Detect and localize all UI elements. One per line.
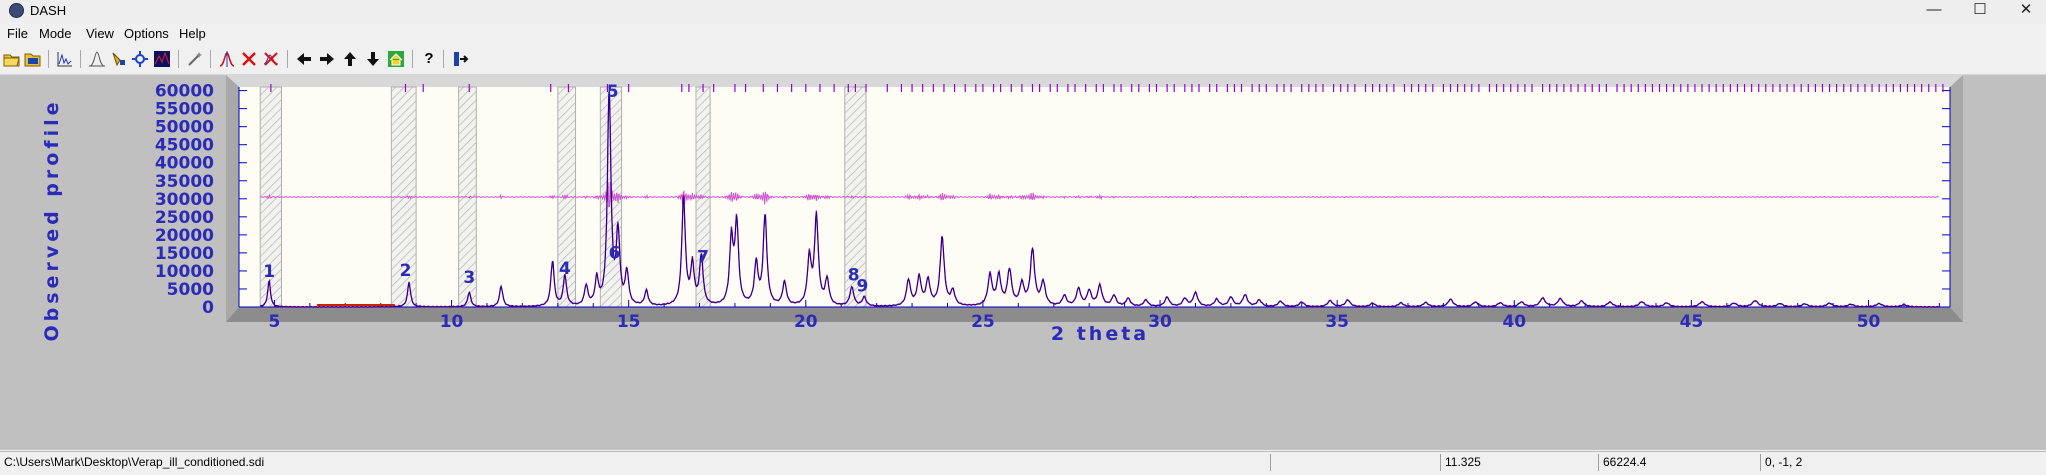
profile-plot-icon[interactable] — [56, 50, 74, 68]
peak-label: 7 — [697, 247, 709, 267]
y-tick-label: 30000 — [155, 190, 214, 210]
status-bar: C:\Users\Mark\Desktop\Verap_ill_conditio… — [0, 451, 2046, 475]
peak-fit-icon[interactable] — [88, 50, 106, 68]
help-icon[interactable]: ? — [420, 50, 438, 68]
x-tick-label: 25 — [971, 312, 995, 332]
toolbar-separator — [48, 50, 49, 68]
menu-options[interactable]: Options — [124, 26, 169, 41]
y-tick-label: 60000 — [155, 82, 214, 102]
toolbar-separator — [210, 50, 211, 68]
status-x-value: 11.325 — [1440, 454, 1595, 471]
y-tick-label: 15000 — [155, 244, 214, 264]
wand-icon[interactable] — [186, 50, 204, 68]
peak-label: 6 — [609, 244, 621, 264]
peak-label: 5 — [607, 82, 619, 102]
arrow-right-icon[interactable] — [318, 50, 336, 68]
graph-icon[interactable] — [153, 50, 171, 68]
toolbar: ? — [0, 44, 2046, 75]
maximize-button[interactable]: ☐ — [1957, 0, 2003, 22]
delete-all-peaks-icon[interactable] — [262, 50, 280, 68]
add-peak-icon[interactable] — [218, 50, 236, 68]
status-hkl: 0, -1, 2 — [1760, 454, 2035, 471]
menu-mode[interactable]: Mode — [39, 26, 72, 41]
x-tick-label: 30 — [1148, 312, 1172, 332]
delete-peak-icon[interactable] — [240, 50, 258, 68]
minimize-button[interactable]: — — [1911, 0, 1957, 22]
x-tick-label: 10 — [440, 312, 464, 332]
x-tick-label: 50 — [1857, 312, 1881, 332]
status-file-path: C:\Users\Mark\Desktop\Verap_ill_conditio… — [4, 455, 265, 469]
home-icon[interactable] — [387, 50, 405, 68]
menu-view[interactable]: View — [86, 26, 114, 41]
y-tick-label: 10000 — [155, 262, 214, 282]
toolbar-separator — [80, 50, 81, 68]
status-empty-cell — [1270, 454, 1435, 471]
plot-frame — [1950, 75, 1963, 322]
app-icon — [9, 3, 24, 18]
toolbar-separator — [443, 50, 444, 68]
plot-frame — [226, 75, 239, 322]
peak-label: 2 — [400, 261, 412, 281]
select-tool-icon[interactable] — [131, 50, 149, 68]
y-tick-label: 5000 — [167, 280, 214, 300]
y-tick-label: 20000 — [155, 226, 214, 246]
arrow-up-icon[interactable] — [341, 50, 359, 68]
open-file-icon[interactable] — [24, 50, 42, 68]
profile-chart[interactable]: 0500010000150002000025000300003500040000… — [0, 75, 2046, 450]
peak-label: 1 — [263, 262, 275, 282]
y-tick-label: 50000 — [155, 118, 214, 138]
status-y-value: 66224.4 — [1598, 454, 1753, 471]
x-axis-label: 2 theta — [1051, 323, 1149, 345]
x-tick-label: 5 — [269, 312, 281, 332]
arrow-down-icon[interactable] — [364, 50, 382, 68]
x-tick-label: 45 — [1680, 312, 1704, 332]
exit-icon[interactable] — [451, 50, 469, 68]
peak-label: 9 — [857, 276, 869, 296]
menu-bar: File Mode View Options Help — [0, 22, 2046, 44]
arrow-left-icon[interactable] — [295, 50, 313, 68]
title-bar: DASH — ☐ ✕ — [0, 0, 2046, 22]
menu-help[interactable]: Help — [179, 26, 206, 41]
window-title: DASH — [30, 3, 67, 18]
y-axis-label: Observed profile — [41, 98, 63, 341]
toolbar-separator — [178, 50, 179, 68]
peak-label: 3 — [463, 268, 475, 288]
y-tick-label: 25000 — [155, 208, 214, 228]
close-button[interactable]: ✕ — [2003, 0, 2046, 22]
y-tick-label: 45000 — [155, 136, 214, 156]
plot-area: 0 5000 10000 15000 20000 25000 30000 35000 40000… — [0, 75, 2046, 450]
x-tick-label: 35 — [1325, 312, 1349, 332]
highlight-tool-icon[interactable] — [110, 50, 128, 68]
toolbar-separator — [287, 50, 288, 68]
y-tick-label: 35000 — [155, 172, 214, 192]
y-tick-label: 55000 — [155, 100, 214, 120]
x-tick-label: 15 — [617, 312, 641, 332]
peak-label: 4 — [559, 259, 571, 279]
open-folder-icon[interactable] — [3, 50, 21, 68]
x-tick-label: 20 — [794, 312, 818, 332]
y-tick-label: 40000 — [155, 154, 214, 174]
y-tick-label: 0 — [202, 298, 214, 318]
toolbar-separator — [412, 50, 413, 68]
x-tick-label: 40 — [1502, 312, 1526, 332]
menu-file[interactable]: File — [7, 26, 28, 41]
